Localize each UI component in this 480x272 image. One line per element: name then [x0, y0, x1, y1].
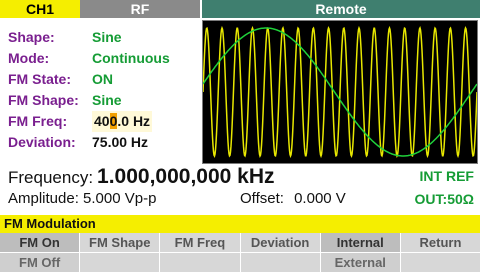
fm-freq-edit-field[interactable]: 400.0 Hz	[92, 111, 153, 132]
param-shape: Shape: Sine	[8, 27, 170, 48]
param-value: 75.00 Hz	[92, 134, 149, 150]
parameter-list: Shape: Sine Mode: Continuous FM State: ON F…	[8, 27, 170, 153]
softkey-fm-off[interactable]: FM Off	[0, 252, 80, 272]
softkey-deviation[interactable]: Deviation	[240, 233, 321, 272]
softkey-return[interactable]: Return	[400, 233, 480, 272]
amplitude-label: Amplitude:	[8, 190, 79, 207]
softkey-sublabel	[400, 252, 480, 272]
softkey-label: Deviation	[250, 235, 310, 250]
param-label: Shape:	[8, 29, 55, 45]
softkey-fm-on-off[interactable]: FM On FM Off	[0, 233, 81, 272]
waveform-display	[202, 20, 478, 164]
frequency-value: 1.000,000,000 kHz	[97, 165, 275, 188]
param-fm-state: FM State: ON	[8, 69, 170, 90]
param-label: Mode:	[8, 50, 50, 66]
frequency-label: Frequency:	[8, 168, 94, 187]
tab-remote[interactable]: Remote	[202, 0, 480, 18]
offset-label: Offset:	[240, 190, 284, 207]
softkey-label: FM Shape	[89, 235, 151, 250]
param-label: FM Freq:	[8, 113, 68, 129]
softkey-label: FM Freq	[174, 235, 226, 250]
softkey-sublabel	[240, 252, 320, 272]
softkey-sublabel	[160, 252, 240, 272]
softkey-fm-freq[interactable]: FM Freq	[160, 233, 241, 272]
frequency-readout[interactable]: Frequency: 1.000,000,000 kHz	[8, 165, 275, 189]
param-mode: Mode: Continuous	[8, 48, 170, 69]
softkey-label: Return	[419, 235, 462, 250]
param-value: Sine	[92, 92, 122, 108]
int-ref-indicator: INT REF	[419, 168, 474, 184]
softkey-bar: FM On FM Off FM Shape FM Freq Deviation …	[0, 233, 480, 272]
fm-freq-digits: 40	[94, 113, 110, 129]
offset-value: 0.000 V	[294, 190, 346, 207]
offset-readout[interactable]: Offset: 0.000 V	[240, 190, 346, 207]
softkey-fm-on[interactable]: FM On	[0, 233, 80, 252]
tab-rf[interactable]: RF	[80, 0, 200, 18]
softkey-source[interactable]: Internal External	[320, 233, 401, 272]
softkey-internal[interactable]: Internal	[320, 233, 400, 252]
param-label: FM State:	[8, 71, 71, 87]
fm-freq-unit: .0 Hz	[117, 113, 151, 129]
amplitude-readout[interactable]: Amplitude: 5.000 Vp-p	[8, 190, 156, 207]
tab-ch1[interactable]: CH1	[0, 0, 80, 18]
param-label: Deviation:	[8, 134, 76, 150]
param-value: Sine	[92, 29, 122, 45]
param-fm-shape: FM Shape: Sine	[8, 90, 170, 111]
amplitude-value: 5.000 Vp-p	[83, 190, 157, 207]
softkey-fm-shape[interactable]: FM Shape	[80, 233, 161, 272]
param-fm-freq: FM Freq: 400.0 Hz	[8, 111, 170, 132]
output-load-indicator: OUT:50Ω	[414, 191, 474, 207]
param-value: ON	[92, 71, 113, 87]
softkey-external[interactable]: External	[320, 252, 400, 272]
param-deviation: Deviation: 75.00 Hz	[8, 132, 170, 153]
menu-title: FM Modulation	[0, 215, 480, 233]
carrier-waveform	[203, 25, 477, 159]
softkey-sublabel	[80, 252, 160, 272]
param-label: FM Shape:	[8, 92, 79, 108]
param-value: Continuous	[92, 50, 170, 66]
